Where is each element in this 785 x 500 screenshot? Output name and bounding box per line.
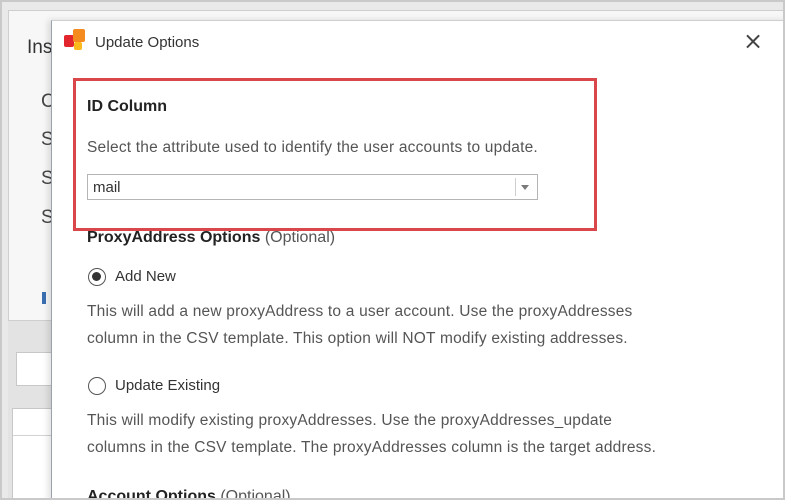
screenshot-frame: Ins C S S S Update Options × ID Column S… <box>0 0 785 500</box>
add-new-description: This will add a new proxyAddress to a us… <box>87 298 767 352</box>
add-new-description-line: This will add a new proxyAddress to a us… <box>87 303 633 320</box>
background-input <box>16 352 56 386</box>
select-separator <box>515 178 516 196</box>
proxy-options-optional-label: (Optional) <box>264 229 336 246</box>
proxy-options-heading-label: ProxyAddress Options <box>87 229 261 246</box>
account-options-heading: Account Options (Optional) <box>87 488 291 500</box>
radio-button-checked[interactable] <box>88 268 106 286</box>
update-existing-description-line: This will modify existing proxyAddresses… <box>87 412 613 429</box>
account-options-optional-label: (Optional) <box>220 488 291 500</box>
account-options-heading-label: Account Options <box>87 488 216 500</box>
background-window-title: Ins <box>27 37 53 58</box>
radio-add-new-label: Add New <box>115 268 176 285</box>
proxy-options-heading: ProxyAddress Options (Optional) <box>87 229 335 247</box>
id-column-heading: ID Column <box>87 98 167 115</box>
radio-button-unchecked[interactable] <box>88 377 106 395</box>
dialog-title: Update Options <box>95 34 200 51</box>
update-existing-description-line: columns in the CSV template. The proxyAd… <box>87 439 657 456</box>
background-link-marker <box>42 292 46 304</box>
background-table <box>12 408 56 498</box>
add-new-description-line: column in the CSV template. This option … <box>87 330 628 347</box>
dialog-titlebar[interactable]: Update Options × <box>52 21 783 61</box>
update-existing-description: This will modify existing proxyAddresses… <box>87 407 767 461</box>
radio-update-existing-label: Update Existing <box>115 377 221 394</box>
app-logo-icon <box>64 29 88 53</box>
id-column-select[interactable]: mail <box>87 174 538 200</box>
id-column-description: Select the attribute used to identify th… <box>87 139 538 156</box>
chevron-down-icon[interactable] <box>521 185 529 190</box>
update-options-dialog: Update Options × ID Column Select the at… <box>51 20 783 500</box>
id-column-select-value: mail <box>93 179 121 196</box>
close-icon[interactable]: × <box>740 29 766 55</box>
